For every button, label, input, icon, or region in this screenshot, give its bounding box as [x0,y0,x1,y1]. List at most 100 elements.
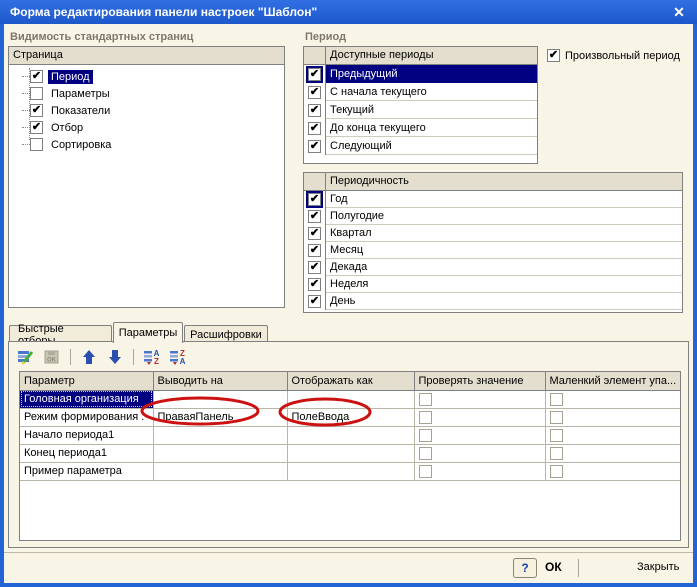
row-label[interactable]: Предыдущий [326,65,537,83]
sort-desc-icon[interactable]: Z A [167,347,189,367]
close-icon[interactable]: ✕ [670,3,688,21]
column-header[interactable]: Отображать как [287,372,414,390]
tree-item-sorting[interactable]: Сортировка [9,136,284,153]
table-row[interactable]: Конец периода1 [20,444,681,462]
sort-asc-icon[interactable]: A Z [141,347,163,367]
small-element-checkbox[interactable] [550,393,563,406]
periodicity-row[interactable]: ✔ Декада [304,259,682,276]
tree-checkbox[interactable] [30,87,43,100]
periodicity-row[interactable]: ✔ День [304,293,682,310]
small-element-checkbox[interactable] [550,411,563,424]
small-element-checkbox[interactable] [550,429,563,442]
row-checkbox[interactable]: ✔ [308,104,321,117]
available-period-row[interactable]: ✔ Предыдущий [304,65,537,83]
row-label[interactable]: Неделя [326,276,682,293]
display-cell[interactable] [287,462,414,480]
arbitrary-period-option[interactable]: ✔ Произвольный период [547,49,680,62]
row-label[interactable]: День [326,293,682,310]
periodicity-row[interactable]: ✔ Месяц [304,242,682,259]
row-label[interactable]: Следующий [326,137,537,155]
row-checkbox[interactable]: ✔ [308,68,321,81]
row-label[interactable]: Полугодие [326,208,682,225]
row-checkbox[interactable]: ✔ [308,244,321,257]
row-label[interactable]: Квартал [326,225,682,242]
row-label[interactable]: Текущий [326,101,537,119]
tree-item-filter[interactable]: ✔ Отбор [9,119,284,136]
check-value-checkbox[interactable] [419,465,432,478]
tree-item-indicators[interactable]: ✔ Показатели [9,102,284,119]
row-checkbox[interactable]: ✔ [308,227,321,240]
row-label[interactable]: Месяц [326,242,682,259]
small-element-cell[interactable] [545,426,681,444]
output-cell[interactable] [153,444,287,462]
close-button[interactable]: Закрыть [637,561,679,573]
small-element-cell[interactable] [545,390,681,408]
row-label[interactable]: Декада [326,259,682,276]
edit-icon[interactable] [15,347,37,367]
check-value-checkbox[interactable] [419,447,432,460]
available-period-row[interactable]: ✔ Следующий [304,137,537,155]
table-row[interactable]: Головная организация [20,390,681,408]
row-checkbox[interactable]: ✔ [308,278,321,291]
table-row[interactable]: Начало периода1 [20,426,681,444]
ok-button[interactable]: ОК [545,560,562,574]
tab-parameters[interactable]: Параметры [113,322,183,343]
tree-item-period[interactable]: ✔ Период [9,68,284,85]
display-cell[interactable] [287,426,414,444]
column-header[interactable]: Проверять значение [414,372,545,390]
output-cell[interactable] [153,426,287,444]
periodicity-row[interactable]: ✔ Неделя [304,276,682,293]
display-cell[interactable] [287,390,414,408]
tree-item-label[interactable]: Сортировка [48,138,114,152]
row-label[interactable]: Год [326,191,682,208]
periodicity-row[interactable]: ✔ Полугодие [304,208,682,225]
output-cell[interactable] [153,462,287,480]
check-value-cell[interactable] [414,390,545,408]
check-value-checkbox[interactable] [419,429,432,442]
param-cell[interactable]: Режим формирования . [20,408,153,426]
tree-checkbox[interactable] [30,138,43,151]
finish-edit-icon[interactable]: OK [41,347,63,367]
param-cell[interactable]: Пример параметра [20,462,153,480]
check-value-cell[interactable] [414,408,545,426]
help-button[interactable]: ? [513,558,537,578]
small-element-checkbox[interactable] [550,447,563,460]
available-period-row[interactable]: ✔ До конца текущего [304,119,537,137]
tree-item-label[interactable]: Показатели [48,104,113,118]
row-checkbox[interactable]: ✔ [308,193,321,206]
small-element-cell[interactable] [545,444,681,462]
column-header[interactable]: Выводить на [153,372,287,390]
available-period-row[interactable]: ✔ Текущий [304,101,537,119]
tree-checkbox[interactable]: ✔ [30,121,43,134]
available-period-row[interactable]: ✔ С начала текущего [304,83,537,101]
check-value-cell[interactable] [414,444,545,462]
small-element-cell[interactable] [545,408,681,426]
arbitrary-period-checkbox[interactable]: ✔ [547,49,560,62]
move-up-icon[interactable] [78,347,100,367]
periodicity-row[interactable]: ✔ Квартал [304,225,682,242]
tree-checkbox[interactable]: ✔ [30,104,43,117]
tree-item-label[interactable]: Отбор [48,121,86,135]
output-cell[interactable]: ПраваяПанель [153,408,287,426]
check-value-cell[interactable] [414,462,545,480]
tree-item-parameters[interactable]: Параметры [9,85,284,102]
param-cell[interactable]: Конец периода1 [20,444,153,462]
display-cell[interactable]: ПолеВвода [287,408,414,426]
check-value-checkbox[interactable] [419,411,432,424]
tree-checkbox[interactable]: ✔ [30,70,43,83]
check-value-cell[interactable] [414,426,545,444]
row-checkbox[interactable]: ✔ [308,210,321,223]
row-checkbox[interactable]: ✔ [308,295,321,308]
display-cell[interactable] [287,444,414,462]
column-header[interactable]: Маленкий элемент упа... [545,372,681,390]
row-label[interactable]: До конца текущего [326,119,537,137]
table-row[interactable]: Пример параметра [20,462,681,480]
param-cell[interactable]: Начало периода1 [20,426,153,444]
tree-item-label[interactable]: Параметры [48,87,113,101]
row-checkbox[interactable]: ✔ [308,261,321,274]
periodicity-row[interactable]: ✔ Год [304,191,682,208]
tree-item-label[interactable]: Период [48,70,93,84]
row-checkbox[interactable]: ✔ [308,122,321,135]
table-row[interactable]: Режим формирования . ПраваяПанель ПолеВв… [20,408,681,426]
param-cell[interactable]: Головная организация [20,390,153,408]
